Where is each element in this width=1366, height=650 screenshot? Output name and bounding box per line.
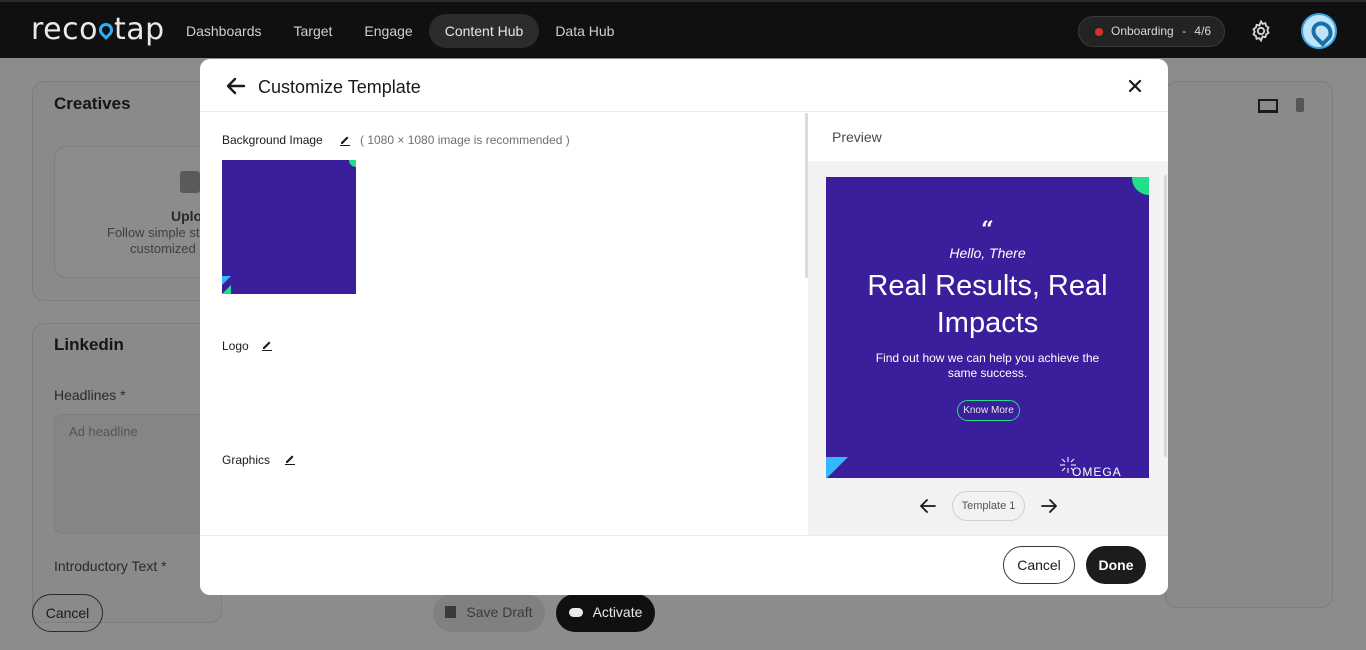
upload-desc-1: Follow simple st bbox=[107, 225, 200, 240]
modal-header: Customize Template bbox=[200, 59, 1168, 112]
preview-panel-bg bbox=[1165, 81, 1333, 608]
thumbnail-blue-triangle bbox=[222, 276, 231, 285]
edit-background-pencil-icon[interactable] bbox=[339, 134, 351, 146]
onboarding-separator: - bbox=[1182, 24, 1187, 38]
status-dot-icon bbox=[1095, 28, 1103, 36]
modal-title: Customize Template bbox=[258, 77, 421, 97]
background-image-label: Background Image bbox=[222, 133, 323, 147]
preview-pane: Preview “ Hello, There Real Results, Rea… bbox=[808, 113, 1168, 535]
edit-graphics-pencil-icon[interactable] bbox=[284, 453, 296, 465]
page-cancel-button[interactable]: Cancel bbox=[32, 594, 103, 632]
previous-template-arrow-icon[interactable] bbox=[920, 499, 936, 513]
back-arrow-icon[interactable] bbox=[226, 77, 246, 95]
template-preview-creative: “ Hello, There Real Results, Real Impact… bbox=[826, 177, 1149, 478]
onboarding-label: Onboarding bbox=[1111, 24, 1174, 38]
headline-placeholder: Ad headline bbox=[69, 424, 138, 439]
main-nav: Dashboards Target Engage Content Hub Dat… bbox=[170, 14, 630, 48]
modal-footer: Cancel Done bbox=[200, 535, 1168, 595]
logo-label: Logo bbox=[222, 339, 249, 353]
done-button[interactable]: Done bbox=[1086, 546, 1146, 584]
activate-button[interactable]: Activate bbox=[556, 594, 655, 632]
settings-gear-icon[interactable] bbox=[1249, 19, 1273, 43]
creative-brand-name: OMEGA bbox=[1072, 465, 1122, 478]
top-navigation-bar: reco tap Dashboards Target Engage Content… bbox=[0, 0, 1366, 58]
background-image-thumbnail[interactable] bbox=[222, 160, 356, 294]
linkedin-title: Linkedin bbox=[54, 335, 124, 354]
preview-scrollbar[interactable] bbox=[1164, 175, 1167, 457]
creative-headline: Real Results, Real Impacts bbox=[867, 270, 1108, 339]
background-image-hint: ( 1080 × 1080 image is recommended ) bbox=[360, 133, 570, 147]
user-avatar[interactable] bbox=[1301, 13, 1337, 49]
nav-engage[interactable]: Engage bbox=[348, 14, 428, 48]
recotap-logo[interactable]: reco tap bbox=[31, 12, 165, 47]
nav-content-hub[interactable]: Content Hub bbox=[428, 14, 540, 48]
activate-label: Activate bbox=[592, 604, 643, 620]
preview-label: Preview bbox=[832, 129, 882, 145]
cancel-button[interactable]: Cancel bbox=[1003, 546, 1075, 584]
upload-desc-2: customized bbox=[130, 241, 196, 256]
thumbnail-green-circle bbox=[349, 160, 356, 167]
toggle-icon bbox=[568, 608, 583, 617]
intro-text-label: Introductory Text * bbox=[54, 558, 167, 574]
edit-logo-pencil-icon[interactable] bbox=[261, 339, 273, 351]
nav-target[interactable]: Target bbox=[278, 14, 349, 48]
headlines-label: Headlines * bbox=[54, 387, 126, 403]
close-icon[interactable] bbox=[1128, 79, 1142, 93]
nav-data-hub[interactable]: Data Hub bbox=[539, 14, 630, 48]
template-fields-pane: Background Image ( 1080 × 1080 image is … bbox=[200, 113, 806, 535]
upload-icon bbox=[180, 171, 200, 193]
nav-dashboards[interactable]: Dashboards bbox=[170, 14, 278, 48]
save-draft-label: Save Draft bbox=[466, 604, 533, 620]
template-selector-pill: Template 1 bbox=[952, 491, 1025, 521]
save-draft-icon bbox=[445, 606, 457, 618]
customize-template-modal: Customize Template Background Image ( 10… bbox=[200, 59, 1168, 595]
creative-green-circle bbox=[1132, 177, 1149, 195]
preview-header: Preview bbox=[808, 113, 1168, 161]
mobile-view-icon[interactable] bbox=[1296, 98, 1304, 112]
creative-subtext: Find out how we can help you achieve the… bbox=[875, 351, 1100, 380]
upload-title: Uplo bbox=[171, 208, 203, 224]
creatives-title: Creatives bbox=[54, 94, 131, 113]
creative-blue-triangle bbox=[826, 457, 848, 478]
save-draft-button[interactable]: Save Draft bbox=[433, 594, 545, 632]
quote-mark-icon: “ bbox=[981, 217, 994, 243]
graphics-label: Graphics bbox=[222, 453, 271, 467]
next-template-arrow-icon[interactable] bbox=[1041, 499, 1057, 513]
creative-greeting: Hello, There bbox=[949, 245, 1026, 261]
onboarding-progress-button[interactable]: Onboarding - 4/6 bbox=[1078, 16, 1225, 47]
onboarding-count: 4/6 bbox=[1194, 24, 1212, 38]
thumbnail-green-triangle bbox=[222, 285, 231, 294]
desktop-view-icon[interactable] bbox=[1258, 99, 1278, 113]
creative-cta-button: Know More bbox=[957, 400, 1020, 421]
